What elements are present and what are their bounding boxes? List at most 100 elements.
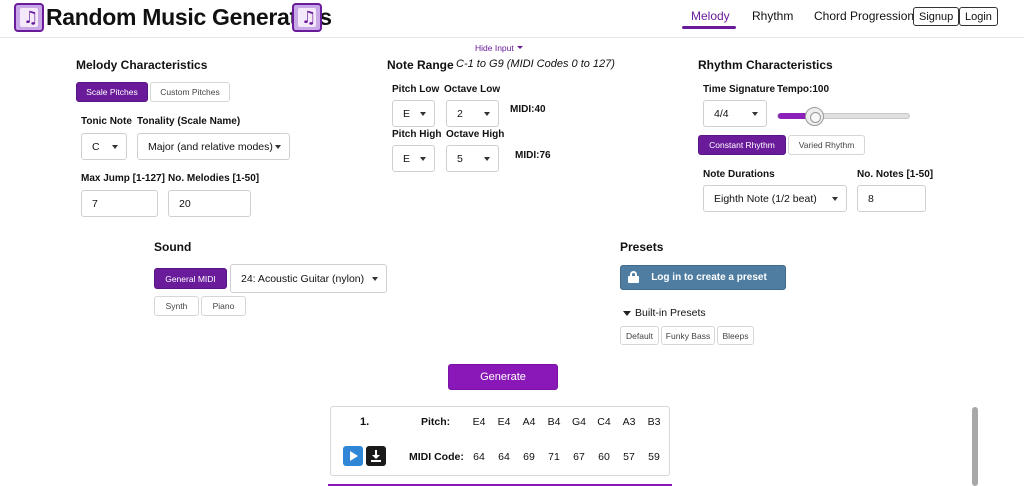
general-midi-button[interactable]: General MIDI (154, 268, 227, 289)
app-title[interactable]: Random Music Generators (46, 4, 332, 31)
midi-code-cell: 64 (498, 451, 510, 463)
login-button[interactable]: Login (959, 7, 998, 26)
num-notes-input[interactable]: 8 (857, 185, 926, 212)
result-number: 1. (360, 416, 370, 428)
presets-title: Presets (620, 240, 664, 254)
pitch-cell: B4 (547, 416, 561, 428)
instrument-select[interactable]: 24: Acoustic Guitar (nylon) (230, 264, 387, 293)
pitch-low-select[interactable]: E (392, 100, 435, 127)
pitch-high-select[interactable]: E (392, 145, 435, 172)
caret-down-icon (752, 111, 758, 116)
midi-code-cell: 59 (648, 451, 660, 463)
caret-down-icon (484, 156, 490, 161)
hide-input-label: Hide Input (475, 43, 514, 53)
nav-melody[interactable]: Melody (691, 9, 730, 23)
signup-button[interactable]: Signup (913, 7, 960, 26)
num-melodies-label: No. Melodies [1-50] (168, 173, 260, 184)
max-jump-label: Max Jump [1-127] (81, 173, 165, 184)
rhythm-characteristics-title: Rhythm Characteristics (698, 58, 833, 72)
caret-down-icon (484, 111, 490, 116)
tonic-note-label: Tonic Note (81, 116, 132, 127)
pitch-cell: A4 (522, 416, 536, 428)
octave-high-label: Octave High (446, 129, 505, 140)
piano-button[interactable]: Piano (201, 296, 246, 316)
generate-button[interactable]: Generate (448, 364, 558, 390)
download-icon[interactable] (366, 446, 386, 466)
midi-code-cell: 69 (523, 451, 535, 463)
melody-characteristics-title: Melody Characteristics (76, 58, 208, 72)
midi-code-label: MIDI Code: (409, 451, 464, 463)
note-range-subtitle: C-1 to G9 (MIDI Codes 0 to 127) (456, 58, 615, 70)
scrollbar-thumb[interactable] (972, 407, 978, 486)
caret-down-icon (112, 144, 118, 149)
time-signature-select[interactable]: 4/4 (703, 100, 767, 127)
num-melodies-input[interactable]: 20 (168, 190, 251, 217)
octave-low-select[interactable]: 2 (446, 100, 499, 127)
preset-funky-bass-button[interactable]: Funky Bass (661, 326, 715, 345)
pitch-high-label: Pitch High (392, 129, 442, 140)
nav-rhythm[interactable]: Rhythm (752, 9, 793, 23)
constant-rhythm-button[interactable]: Constant Rhythm (698, 135, 786, 155)
hide-input-toggle[interactable]: Hide Input (475, 43, 523, 53)
tonality-label: Tonality (Scale Name) (137, 116, 241, 127)
tonality-value: Major (and relative modes) (148, 140, 273, 153)
preset-bleeps-button[interactable]: Bleeps (717, 326, 754, 345)
lock-icon (628, 271, 639, 283)
note-durations-select[interactable]: Eighth Note (1/2 beat) (703, 185, 847, 212)
note-range-title: Note Range (387, 58, 454, 72)
midi-code-cell: 67 (573, 451, 585, 463)
pitch-high-value: E (403, 152, 411, 165)
pitch-cell: E4 (497, 416, 511, 428)
note-durations-value: Eighth Note (1/2 beat) (714, 192, 817, 205)
pitch-cell: B3 (647, 416, 661, 428)
caret-down-icon (516, 46, 523, 49)
nav-chord-progression[interactable]: Chord Progression (814, 9, 914, 23)
instrument-value: 24: Acoustic Guitar (nylon) (241, 272, 365, 285)
tonic-note-value: C (92, 140, 100, 153)
scale-pitches-button[interactable]: Scale Pitches (76, 82, 148, 102)
header: ♫ Random Music Generators ♫ Melody Rhyth… (0, 0, 1024, 38)
music-note-icon: ♫ (14, 3, 44, 32)
midi-code-cell: 71 (548, 451, 560, 463)
music-note-icon: ♫ (292, 3, 322, 32)
midi-code-cell: 57 (623, 451, 635, 463)
pitch-cell: G4 (571, 416, 586, 428)
tempo-slider-thumb[interactable] (805, 107, 824, 126)
octave-low-value: 2 (457, 107, 463, 120)
pitch-cell: C4 (597, 416, 611, 428)
midi-code-cell: 60 (598, 451, 610, 463)
octave-low-label: Octave Low (444, 84, 501, 95)
tonic-note-select[interactable]: C (81, 133, 127, 160)
note-durations-label: Note Durations (703, 169, 775, 180)
caret-down-icon (420, 156, 426, 161)
caret-down-icon (372, 276, 378, 281)
login-to-create-preset-button[interactable]: Log in to create a preset (620, 265, 786, 290)
custom-pitches-button[interactable]: Custom Pitches (150, 82, 230, 102)
tempo-label: Tempo:100 (777, 84, 830, 95)
built-in-presets-toggle[interactable]: Built-in Presets (635, 307, 706, 319)
num-notes-label: No. Notes [1-50] (857, 169, 934, 180)
midi-code-cell: 64 (473, 451, 485, 463)
time-signature-label: Time Signature (703, 84, 776, 95)
sound-title: Sound (154, 240, 192, 254)
octave-high-select[interactable]: 5 (446, 145, 499, 172)
varied-rhythm-button[interactable]: Varied Rhythm (788, 135, 865, 155)
pitch-cell: A3 (622, 416, 636, 428)
pitch-cell: E4 (472, 416, 486, 428)
caret-down-icon (832, 196, 838, 201)
midi-low-readout: MIDI:40 (510, 104, 546, 115)
pitch-low-value: E (403, 107, 411, 120)
caret-down-icon[interactable] (623, 311, 631, 316)
time-signature-value: 4/4 (714, 107, 729, 120)
max-jump-input[interactable]: 7 (81, 190, 158, 217)
midi-high-readout: MIDI:76 (515, 150, 551, 161)
synth-button[interactable]: Synth (154, 296, 199, 316)
octave-high-value: 5 (457, 152, 463, 165)
nav-active-indicator (682, 26, 736, 29)
tempo-slider-track[interactable] (777, 113, 910, 119)
pitch-low-label: Pitch Low (392, 84, 440, 95)
caret-down-icon (420, 111, 426, 116)
tonality-select[interactable]: Major (and relative modes) (137, 133, 290, 160)
play-icon[interactable] (343, 446, 363, 466)
preset-default-button[interactable]: Default (620, 326, 659, 345)
